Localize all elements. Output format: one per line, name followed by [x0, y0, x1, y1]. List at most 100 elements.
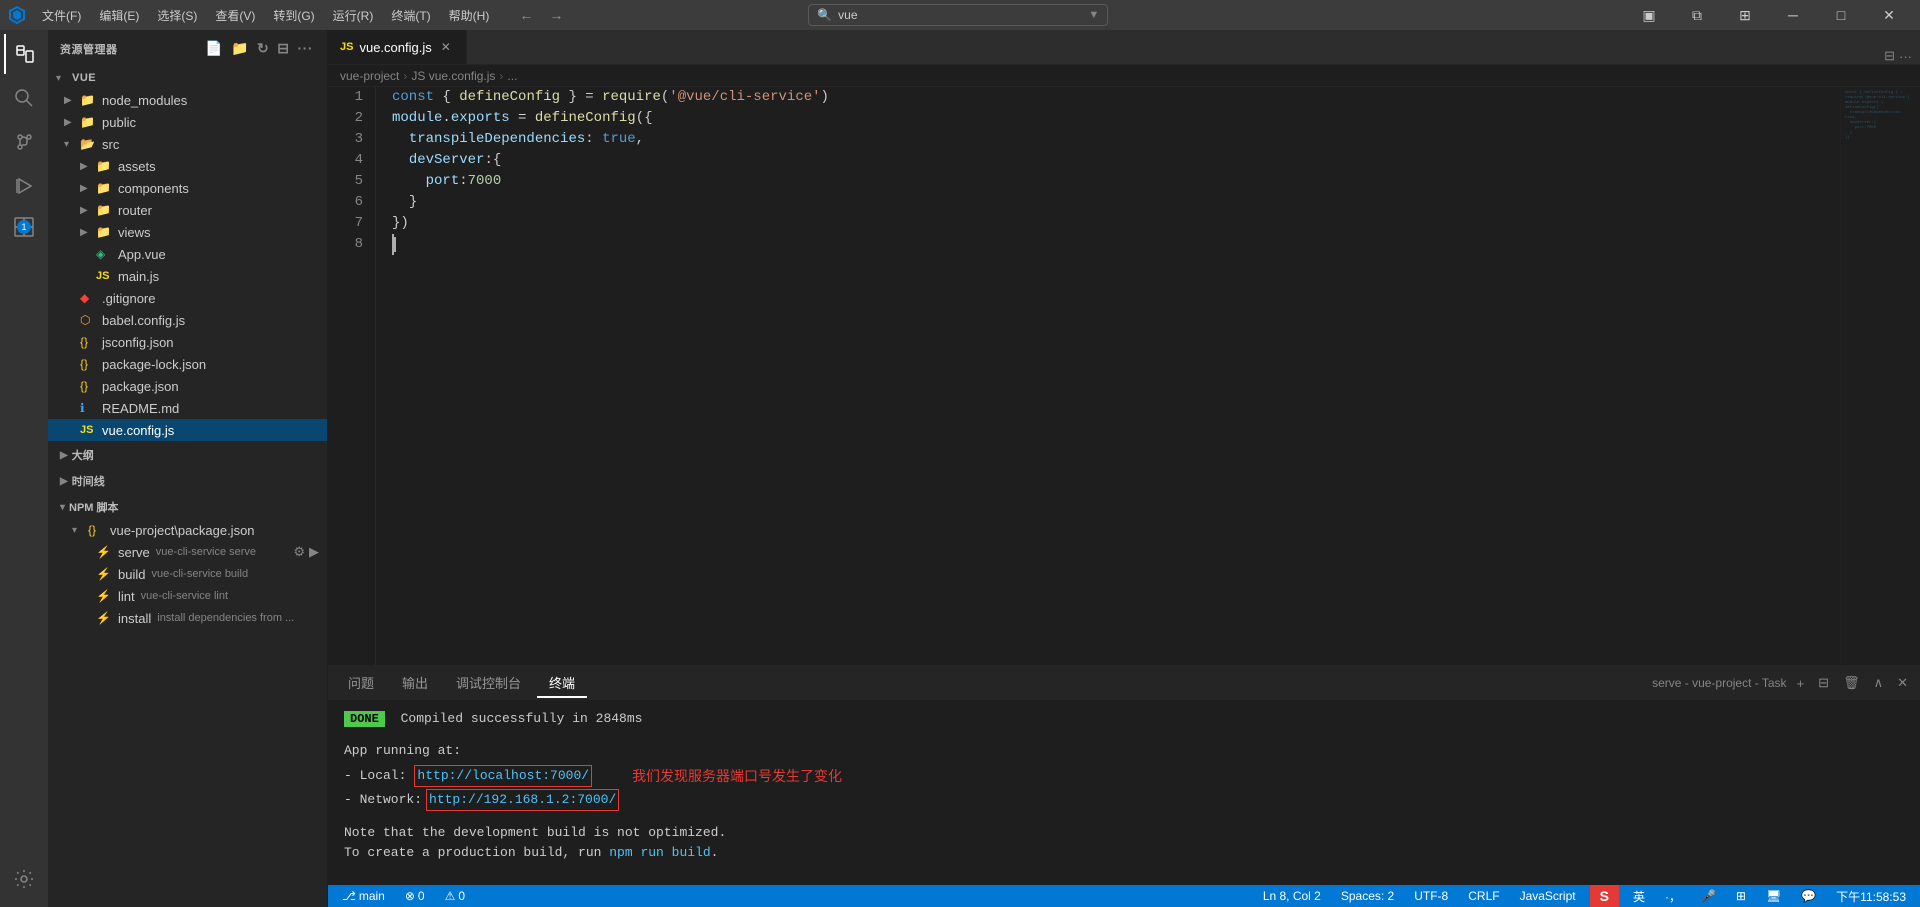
tree-app-vue[interactable]: ▶ ◈ App.vue: [48, 243, 327, 265]
tree-jsconfig[interactable]: ▶ {} jsconfig.json: [48, 331, 327, 353]
split-editor-btn[interactable]: ⊟ ···: [1876, 48, 1920, 64]
tree-assets[interactable]: ▶ 📁 assets: [48, 155, 327, 177]
status-language[interactable]: JavaScript: [1514, 889, 1582, 903]
activity-run[interactable]: [4, 166, 44, 206]
window-layout-btn[interactable]: ▣: [1626, 0, 1672, 30]
activity-extensions[interactable]: 1: [4, 210, 44, 250]
panel-tab-debug-console[interactable]: 调试控制台: [444, 669, 533, 698]
tree-node-modules[interactable]: ▶ 📁 node_modules: [48, 89, 327, 111]
menu-goto[interactable]: 转到(G): [265, 5, 322, 26]
compiled-msg: Compiled successfully in 2848ms: [401, 711, 643, 726]
status-ime-chat[interactable]: 💬: [1795, 889, 1822, 903]
status-time: 下午11:58:53: [1830, 888, 1912, 905]
tree-label: vue.config.js: [102, 423, 174, 438]
tree-package-json[interactable]: ▶ {} package.json: [48, 375, 327, 397]
more-icon[interactable]: ···: [296, 38, 316, 59]
trash-terminal-btn[interactable]: 🗑: [1839, 673, 1864, 693]
status-left: ⎇ main ⊗ 0 ⚠ 0: [336, 889, 471, 903]
status-ime-skin[interactable]: 🖥: [1760, 889, 1787, 903]
npm-build-link[interactable]: npm run build: [609, 845, 710, 860]
window-split-btn[interactable]: ⧉: [1674, 0, 1720, 30]
network-url[interactable]: http://192.168.1.2:7000/: [426, 789, 619, 811]
tree-label: .gitignore: [102, 291, 155, 306]
timeline-section[interactable]: ▶ 时间线: [48, 467, 327, 493]
status-errors[interactable]: ⊗ 0: [399, 889, 431, 903]
tree-label: jsconfig.json: [102, 335, 174, 350]
warning-icon: ⚠: [445, 889, 456, 903]
new-folder-icon[interactable]: 📁: [229, 38, 251, 59]
tree-router[interactable]: ▶ 📁 router: [48, 199, 327, 221]
terminal-content[interactable]: DONE Compiled successfully in 2848ms App…: [328, 701, 1920, 885]
window-maximize-btn[interactable]: □: [1818, 0, 1864, 30]
tab-close-btn[interactable]: ✕: [438, 39, 454, 55]
tree-src[interactable]: ▾ 📂 src: [48, 133, 327, 155]
window-close-btn[interactable]: ✕: [1866, 0, 1912, 30]
status-ime-voice[interactable]: 🎤: [1695, 889, 1722, 903]
new-file-icon[interactable]: 📄: [203, 38, 225, 59]
window-minimize-btn[interactable]: ─: [1770, 0, 1816, 30]
minimap: const { defineConfig } = require('@vue/c…: [1840, 87, 1920, 665]
menu-help[interactable]: 帮助(H): [441, 5, 498, 26]
npm-script-serve[interactable]: ⚡ serve vue-cli-service serve ⚙ ▶: [48, 541, 327, 563]
search-box[interactable]: 🔍 ▼: [808, 4, 1108, 26]
split-terminal-btn[interactable]: ⊟: [1814, 673, 1833, 693]
breadcrumb-symbol[interactable]: ...: [507, 69, 517, 83]
status-spaces[interactable]: Spaces: 2: [1335, 889, 1400, 903]
tree-readme[interactable]: ▶ ℹ README.md: [48, 397, 327, 419]
activity-git[interactable]: [4, 122, 44, 162]
activity-settings[interactable]: [4, 859, 44, 899]
collapse-icon[interactable]: ⊟: [275, 38, 291, 59]
status-encoding[interactable]: UTF-8: [1408, 889, 1454, 903]
tree-root-vue[interactable]: ▾ VUE: [48, 67, 327, 89]
tree-gitignore[interactable]: ▶ ◆ .gitignore: [48, 287, 327, 309]
menu-run[interactable]: 运行(R): [325, 5, 382, 26]
tree-components[interactable]: ▶ 📁 components: [48, 177, 327, 199]
status-ime-box[interactable]: ⊞: [1730, 889, 1752, 903]
search-input[interactable]: [838, 8, 1018, 22]
status-ime-punc[interactable]: ·，: [1659, 888, 1687, 905]
status-warnings[interactable]: ⚠ 0: [439, 889, 471, 903]
add-terminal-btn[interactable]: +: [1793, 674, 1809, 693]
script-gear-icon[interactable]: ⚙: [293, 544, 305, 560]
tree-public[interactable]: ▶ 📁 public: [48, 111, 327, 133]
menu-edit[interactable]: 编辑(E): [91, 5, 147, 26]
menu-view[interactable]: 查看(V): [207, 5, 263, 26]
activity-search[interactable]: [4, 78, 44, 118]
menu-file[interactable]: 文件(F): [34, 5, 89, 26]
script-run-icon[interactable]: ▶: [309, 544, 319, 560]
tab-vue-config[interactable]: JS vue.config.js ✕: [328, 30, 467, 64]
npm-script-build[interactable]: ⚡ build vue-cli-service build: [48, 563, 327, 585]
breadcrumb-project[interactable]: vue-project: [340, 69, 399, 83]
refresh-icon[interactable]: ↻: [255, 38, 271, 59]
tree-views[interactable]: ▶ 📁 views: [48, 221, 327, 243]
close-panel-btn[interactable]: ✕: [1893, 673, 1912, 693]
npm-script-install[interactable]: ⚡ install install dependencies from ...: [48, 607, 327, 629]
npm-section[interactable]: ▾ NPM 脚本: [48, 493, 327, 519]
breadcrumb-file[interactable]: JS vue.config.js: [411, 69, 495, 83]
tree-babel-config[interactable]: ▶ ⬡ babel.config.js: [48, 309, 327, 331]
local-url[interactable]: http://localhost:7000/: [414, 765, 592, 787]
nav-forward-button[interactable]: →: [543, 5, 569, 25]
panel-tab-output[interactable]: 输出: [390, 669, 440, 698]
activity-explorer[interactable]: [4, 34, 44, 74]
panel-tab-terminal[interactable]: 终端: [537, 669, 587, 698]
status-git-branch[interactable]: ⎇ main: [336, 889, 391, 903]
npm-script-lint[interactable]: ⚡ lint vue-cli-service lint: [48, 585, 327, 607]
outline-section[interactable]: ▶ 大纲: [48, 441, 327, 467]
status-position[interactable]: Ln 8, Col 2: [1257, 889, 1327, 903]
tree-main-js[interactable]: ▶ JS main.js: [48, 265, 327, 287]
menu-terminal[interactable]: 终端(T): [383, 5, 438, 26]
menu-select[interactable]: 选择(S): [149, 5, 205, 26]
npm-file-item[interactable]: ▾ {} vue-project\package.json: [48, 519, 327, 541]
tree-package-lock[interactable]: ▶ {} package-lock.json: [48, 353, 327, 375]
status-ime-lang[interactable]: 英: [1627, 888, 1651, 905]
terminal-note1: Note that the development build is not o…: [344, 823, 1904, 843]
nav-back-button[interactable]: ←: [513, 5, 539, 25]
window-grid-btn[interactable]: ⊞: [1722, 0, 1768, 30]
tree-vue-config[interactable]: ▶ JS vue.config.js: [48, 419, 327, 441]
panel-tab-problems[interactable]: 问题: [336, 669, 386, 698]
maximize-panel-btn[interactable]: ∧: [1870, 673, 1888, 693]
status-line-ending[interactable]: CRLF: [1462, 889, 1505, 903]
code-editor[interactable]: 1 2 3 4 5 6 7 8 const { defineConfig } =…: [328, 87, 1920, 665]
status-sougou-s[interactable]: S: [1590, 885, 1619, 907]
